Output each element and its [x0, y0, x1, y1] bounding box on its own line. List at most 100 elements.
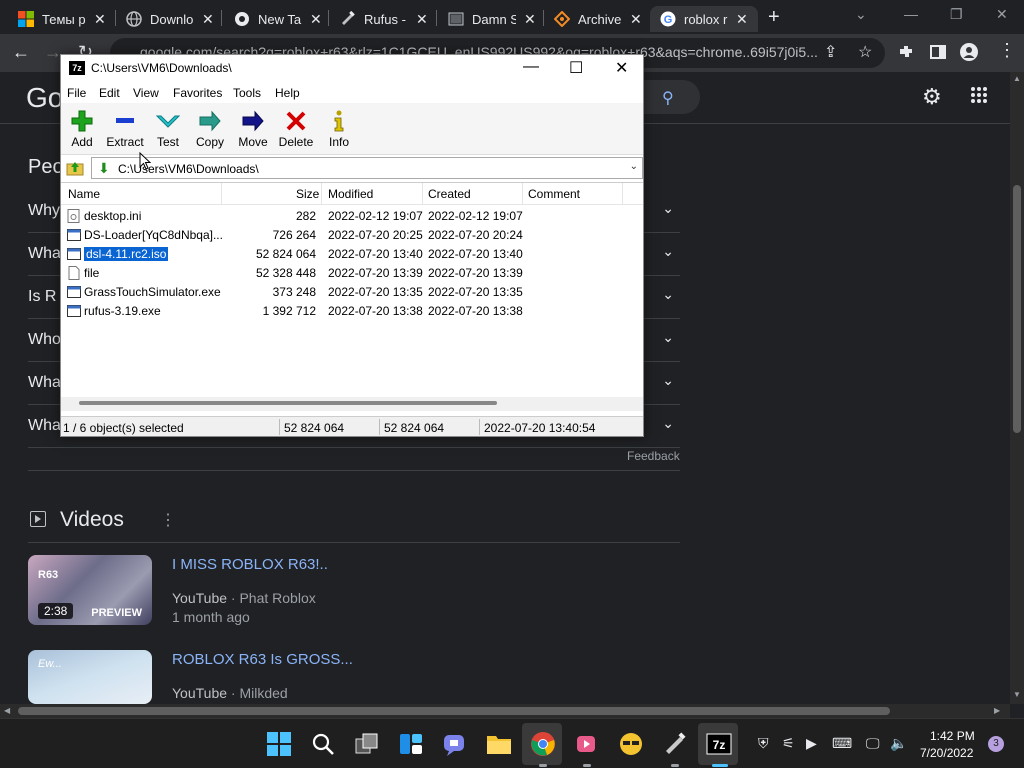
widgets-icon[interactable] [398, 731, 424, 757]
restore-icon[interactable]: ❐ [950, 6, 963, 23]
scroll-down-icon[interactable]: ▼ [1013, 690, 1021, 699]
chrome-icon[interactable] [530, 731, 556, 757]
scrollbar-thumb[interactable] [1013, 185, 1021, 433]
menu-file[interactable]: File [67, 86, 86, 100]
column-divider[interactable] [422, 183, 423, 205]
list-horizontal-scrollbar[interactable] [61, 397, 643, 411]
file-explorer-icon[interactable] [486, 731, 512, 757]
file-row-selected[interactable]: dsl-4.11.rc2.iso 52 824 064 2022-07-20 1… [61, 245, 643, 264]
extensions-icon[interactable] [897, 43, 915, 61]
column-header-comment[interactable]: Comment [528, 187, 580, 201]
7zip-icon[interactable]: 7z [706, 731, 732, 757]
tab-search-icon[interactable]: ⌄ [855, 6, 867, 23]
keyboard-icon[interactable]: ⌨ [832, 735, 852, 752]
menu-edit[interactable]: Edit [99, 86, 120, 100]
tab-4[interactable]: Rufus - ✕ [340, 6, 428, 32]
close-icon[interactable]: ✕ [416, 11, 428, 28]
minimize-icon[interactable]: — [904, 6, 918, 22]
delete-button[interactable]: Delete [277, 107, 315, 149]
share-icon[interactable]: ⇪ [824, 42, 837, 62]
folder-up-icon[interactable] [66, 159, 84, 177]
clock-time[interactable]: 1:42 PM [930, 729, 975, 743]
column-divider[interactable] [321, 183, 322, 205]
close-icon[interactable]: ✕ [524, 11, 536, 28]
close-icon[interactable]: ✕ [615, 58, 628, 78]
close-icon[interactable]: ✕ [202, 11, 214, 28]
menu-dots-icon[interactable]: ⋮ [998, 40, 1016, 61]
teams-chat-icon[interactable] [442, 731, 468, 757]
column-header-name[interactable]: Name [68, 187, 100, 201]
copy-button[interactable]: Copy [195, 107, 225, 149]
more-options-icon[interactable]: ⋮ [160, 510, 176, 530]
media-tray-icon[interactable]: ▶ [806, 735, 817, 752]
column-divider[interactable] [221, 183, 222, 205]
file-row[interactable]: rufus-3.19.exe 1 392 712 2022-07-20 13:3… [61, 302, 643, 321]
menu-help[interactable]: Help [275, 86, 300, 100]
search-icon[interactable]: ⚲ [662, 88, 674, 108]
network-icon[interactable]: 🖵 [866, 735, 880, 752]
back-icon[interactable]: ← [12, 42, 30, 63]
add-button[interactable]: Add [67, 107, 97, 149]
file-row[interactable]: GrassTouchSimulator.exe 373 248 2022-07-… [61, 283, 643, 302]
bookmark-star-icon[interactable]: ☆ [858, 42, 872, 62]
media-app-icon[interactable] [574, 731, 600, 757]
vertical-scrollbar[interactable]: ▲ ▼ [1010, 72, 1024, 704]
rufus-icon[interactable] [662, 731, 688, 757]
chevron-down-icon[interactable]: ⌄ [630, 161, 638, 172]
volume-icon[interactable]: 🔈 [890, 735, 907, 752]
column-header-modified[interactable]: Modified [328, 187, 373, 201]
apps-grid-icon[interactable] [970, 86, 988, 104]
close-icon[interactable]: ✕ [630, 11, 642, 28]
close-icon[interactable]: ✕ [736, 11, 748, 28]
feedback-link[interactable]: Feedback [627, 449, 680, 463]
maximize-icon[interactable]: ☐ [569, 58, 583, 78]
column-header-size[interactable]: Size [296, 187, 319, 201]
tab-5[interactable]: Damn S ✕ [448, 6, 536, 32]
file-row[interactable]: DS-Loader[YqC8dNbqa]... 726 264 2022-07-… [61, 226, 643, 245]
tab-7-active[interactable]: G roblox r ✕ [650, 6, 758, 32]
tab-3[interactable]: New Tal ✕ [234, 6, 322, 32]
new-tab-button[interactable]: + [768, 6, 780, 29]
test-button[interactable]: Test [155, 107, 181, 149]
search-icon[interactable] [310, 731, 336, 757]
network-off-icon[interactable]: ⚟ [782, 735, 795, 752]
minimize-icon[interactable]: — [523, 58, 539, 76]
task-view-icon[interactable] [354, 731, 380, 757]
close-icon[interactable]: ✕ [310, 11, 322, 28]
windows-start-icon[interactable] [266, 731, 292, 757]
scroll-left-icon[interactable]: ◀ [4, 706, 10, 715]
video-title-link[interactable]: ROBLOX R63 Is GROSS... [172, 651, 353, 668]
move-button[interactable]: Move [237, 107, 269, 149]
tab-2[interactable]: Downlo ✕ [126, 6, 214, 32]
defender-icon[interactable]: ⛨ [758, 735, 769, 752]
column-divider[interactable] [622, 183, 623, 205]
gear-icon[interactable]: ⚙ [922, 84, 942, 110]
google-logo[interactable]: Go [26, 82, 63, 114]
extract-button[interactable]: Extract [105, 107, 145, 149]
side-panel-icon[interactable] [929, 43, 947, 61]
scrollbar-thumb[interactable] [79, 401, 497, 405]
video-title-link[interactable]: I MISS ROBLOX R63!.. [172, 556, 328, 573]
close-icon[interactable]: ✕ [94, 11, 106, 28]
path-input[interactable]: ⬇ C:\Users\VM6\Downloads\ ⌄ [91, 157, 643, 179]
horizontal-scrollbar[interactable]: ◀ ▶ [0, 704, 1010, 718]
clock-date[interactable]: 7/20/2022 [920, 746, 973, 760]
notification-badge[interactable]: 3 [988, 736, 1004, 752]
close-window-icon[interactable]: ✕ [996, 6, 1008, 23]
scroll-up-icon[interactable]: ▲ [1013, 74, 1021, 83]
tab-1[interactable]: Темы р ✕ [18, 6, 106, 32]
menu-favorites[interactable]: Favorites [173, 86, 222, 100]
info-button[interactable]: Info [327, 107, 351, 149]
file-row[interactable]: desktop.ini 282 2022-02-12 19:07 2022-02… [61, 207, 643, 226]
scrollbar-thumb[interactable] [18, 707, 890, 715]
sunglasses-app-icon[interactable] [618, 731, 644, 757]
scroll-right-icon[interactable]: ▶ [994, 706, 1000, 715]
column-header-created[interactable]: Created [428, 187, 471, 201]
menu-tools[interactable]: Tools [233, 86, 261, 100]
window-titlebar[interactable]: 7z C:\Users\VM6\Downloads\ — ☐ ✕ [61, 55, 643, 83]
profile-icon[interactable] [960, 43, 978, 61]
file-row[interactable]: file 52 328 448 2022-07-20 13:39 2022-07… [61, 264, 643, 283]
video-thumbnail[interactable]: Ew... [28, 650, 152, 704]
menu-view[interactable]: View [133, 86, 159, 100]
column-divider[interactable] [522, 183, 523, 205]
